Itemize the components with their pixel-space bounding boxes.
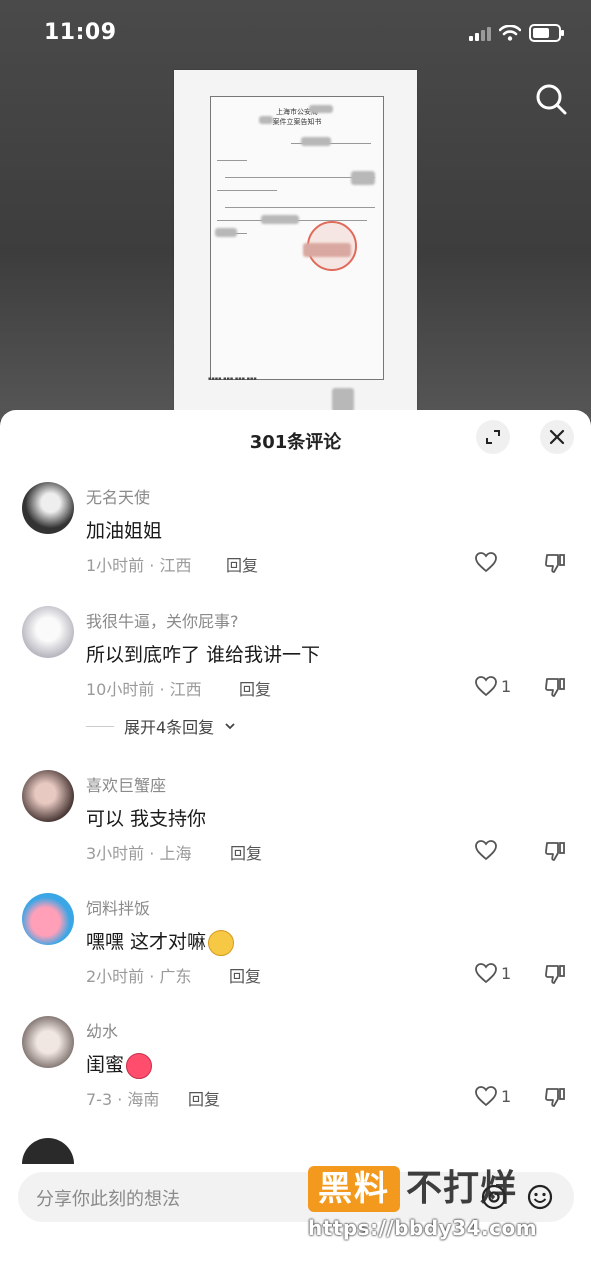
redaction <box>332 388 354 412</box>
comment-text: 可以 我支持你 <box>86 808 207 830</box>
search-icon <box>536 84 567 115</box>
comment-text: 嘿嘿 这才对嘛 <box>86 931 207 953</box>
dislike-button[interactable] <box>543 963 567 989</box>
dislike-button[interactable] <box>543 1086 567 1112</box>
heart-eyes-emoji-icon <box>126 1052 153 1079</box>
dislike-button[interactable] <box>543 840 567 866</box>
redaction <box>303 243 351 257</box>
like-count: 1 <box>501 963 512 983</box>
redaction <box>301 137 331 146</box>
reply-button[interactable]: 回复 <box>226 552 258 576</box>
chevron-down-icon <box>225 723 235 730</box>
like-button[interactable]: 1 <box>474 675 511 697</box>
expand-button[interactable] <box>476 420 510 454</box>
dislike-icon <box>545 554 565 573</box>
comment-username[interactable]: 喜欢巨蟹座 <box>86 772 166 796</box>
expand-replies-label: 展开4条回复 <box>124 718 215 737</box>
like-count: 1 <box>501 1086 512 1106</box>
redaction <box>259 116 273 124</box>
comment-input-placeholder: 分享你此刻的想法 <box>36 1189 180 1210</box>
dislike-button[interactable] <box>543 676 567 702</box>
wifi-icon <box>499 25 521 41</box>
like-button[interactable]: 1 <box>474 962 511 984</box>
document-footer: ▪▪▪▪ ▪▪▪ ▪▪▪ ▪▪▪ <box>208 376 257 382</box>
avatar[interactable] <box>22 893 74 945</box>
heart-icon <box>475 1086 497 1107</box>
document-page: 上海市公安局 案件立案告知书 <box>210 96 384 380</box>
document-subheading: 案件立案告知书 <box>272 118 322 126</box>
avatar[interactable] <box>22 482 74 534</box>
expand-replies-button[interactable]: 展开4条回复 <box>86 714 236 738</box>
reply-button[interactable]: 回复 <box>230 840 262 864</box>
reply-button[interactable]: 回复 <box>188 1086 220 1110</box>
like-button[interactable] <box>474 551 501 573</box>
grin-emoji-icon <box>208 929 235 956</box>
doc-line <box>217 190 277 191</box>
avatar[interactable] <box>22 770 74 822</box>
comment-username[interactable]: 我很牛逼，关你屁事? <box>86 608 239 632</box>
comment-item: 喜欢巨蟹座 可以 我支持你 3小时前 · 上海 回复 <box>0 770 591 870</box>
reply-button[interactable]: 回复 <box>229 963 261 987</box>
comment-text: 所以到底咋了 谁给我讲一下 <box>86 644 321 666</box>
like-count: 1 <box>501 676 512 696</box>
comment-item: 饲料拌饭 嘿嘿 这才对嘛 2小时前 · 广东 回复 1 <box>0 893 591 993</box>
dislike-icon <box>545 965 565 984</box>
comment-meta: 7-3 · 海南 <box>86 1090 160 1109</box>
comment-text: 加油姐姐 <box>86 520 163 542</box>
comment-text: 闺蜜 <box>86 1054 125 1076</box>
avatar[interactable] <box>22 1016 74 1068</box>
reply-button[interactable]: 回复 <box>239 676 271 700</box>
dislike-icon <box>545 1088 565 1107</box>
avatar[interactable] <box>22 606 74 658</box>
comment-username[interactable]: 幼水 <box>86 1018 118 1042</box>
heart-icon <box>475 840 497 861</box>
expand-icon <box>486 430 500 444</box>
comment-meta: 1小时前 · 江西 <box>86 556 192 575</box>
comment-meta: 10小时前 · 江西 <box>86 680 202 699</box>
comment-username[interactable]: 饲料拌饭 <box>86 895 150 919</box>
status-time: 11:09 <box>44 20 117 45</box>
heart-icon <box>475 552 497 573</box>
redaction <box>309 105 333 113</box>
redaction <box>261 215 299 224</box>
close-icon <box>549 429 565 445</box>
comment-item: 幼水 闺蜜 7-3 · 海南 回复 1 <box>0 1016 591 1116</box>
comment-item: 无名天使 加油姐姐 1小时前 · 江西 回复 <box>0 482 591 582</box>
status-bar: 11:09 <box>0 0 591 70</box>
dislike-icon <box>545 678 565 697</box>
document-heading: 上海市公安局 <box>276 108 318 116</box>
watermark: 黑料 不打烊 https://bbdy34.com <box>308 1162 568 1252</box>
signal-icon <box>469 25 491 41</box>
divider <box>86 725 114 727</box>
comment-text-row: 闺蜜 <box>86 1050 153 1079</box>
comment-meta: 2小时前 · 广东 <box>86 967 192 986</box>
doc-line <box>225 207 375 208</box>
dislike-icon <box>545 842 565 861</box>
status-icons <box>469 24 564 42</box>
dislike-button[interactable] <box>543 552 567 578</box>
comment-text-row: 嘿嘿 这才对嘛 <box>86 927 235 956</box>
watermark-text: 不打烊 <box>406 1168 518 1209</box>
heart-icon <box>475 676 497 697</box>
heart-icon <box>475 963 497 984</box>
like-button[interactable]: 1 <box>474 1085 511 1107</box>
comment-meta: 3小时前 · 上海 <box>86 844 192 863</box>
watermark-url: https://bbdy34.com <box>308 1216 538 1240</box>
redaction <box>351 171 375 185</box>
comment-item: 我很牛逼，关你屁事? 所以到底咋了 谁给我讲一下 10小时前 · 江西 回复 1… <box>0 606 591 746</box>
battery-icon <box>529 24 564 42</box>
document-image: 上海市公安局 案件立案告知书 ▪▪▪▪ ▪▪▪ ▪▪▪ ▪▪▪ <box>174 70 417 415</box>
watermark-badge: 黑料 <box>308 1166 400 1212</box>
search-button[interactable] <box>532 80 572 120</box>
like-button[interactable] <box>474 839 501 861</box>
redaction <box>215 228 237 237</box>
doc-line <box>217 160 247 161</box>
comment-username[interactable]: 无名天使 <box>86 484 150 508</box>
close-button[interactable] <box>540 420 574 454</box>
